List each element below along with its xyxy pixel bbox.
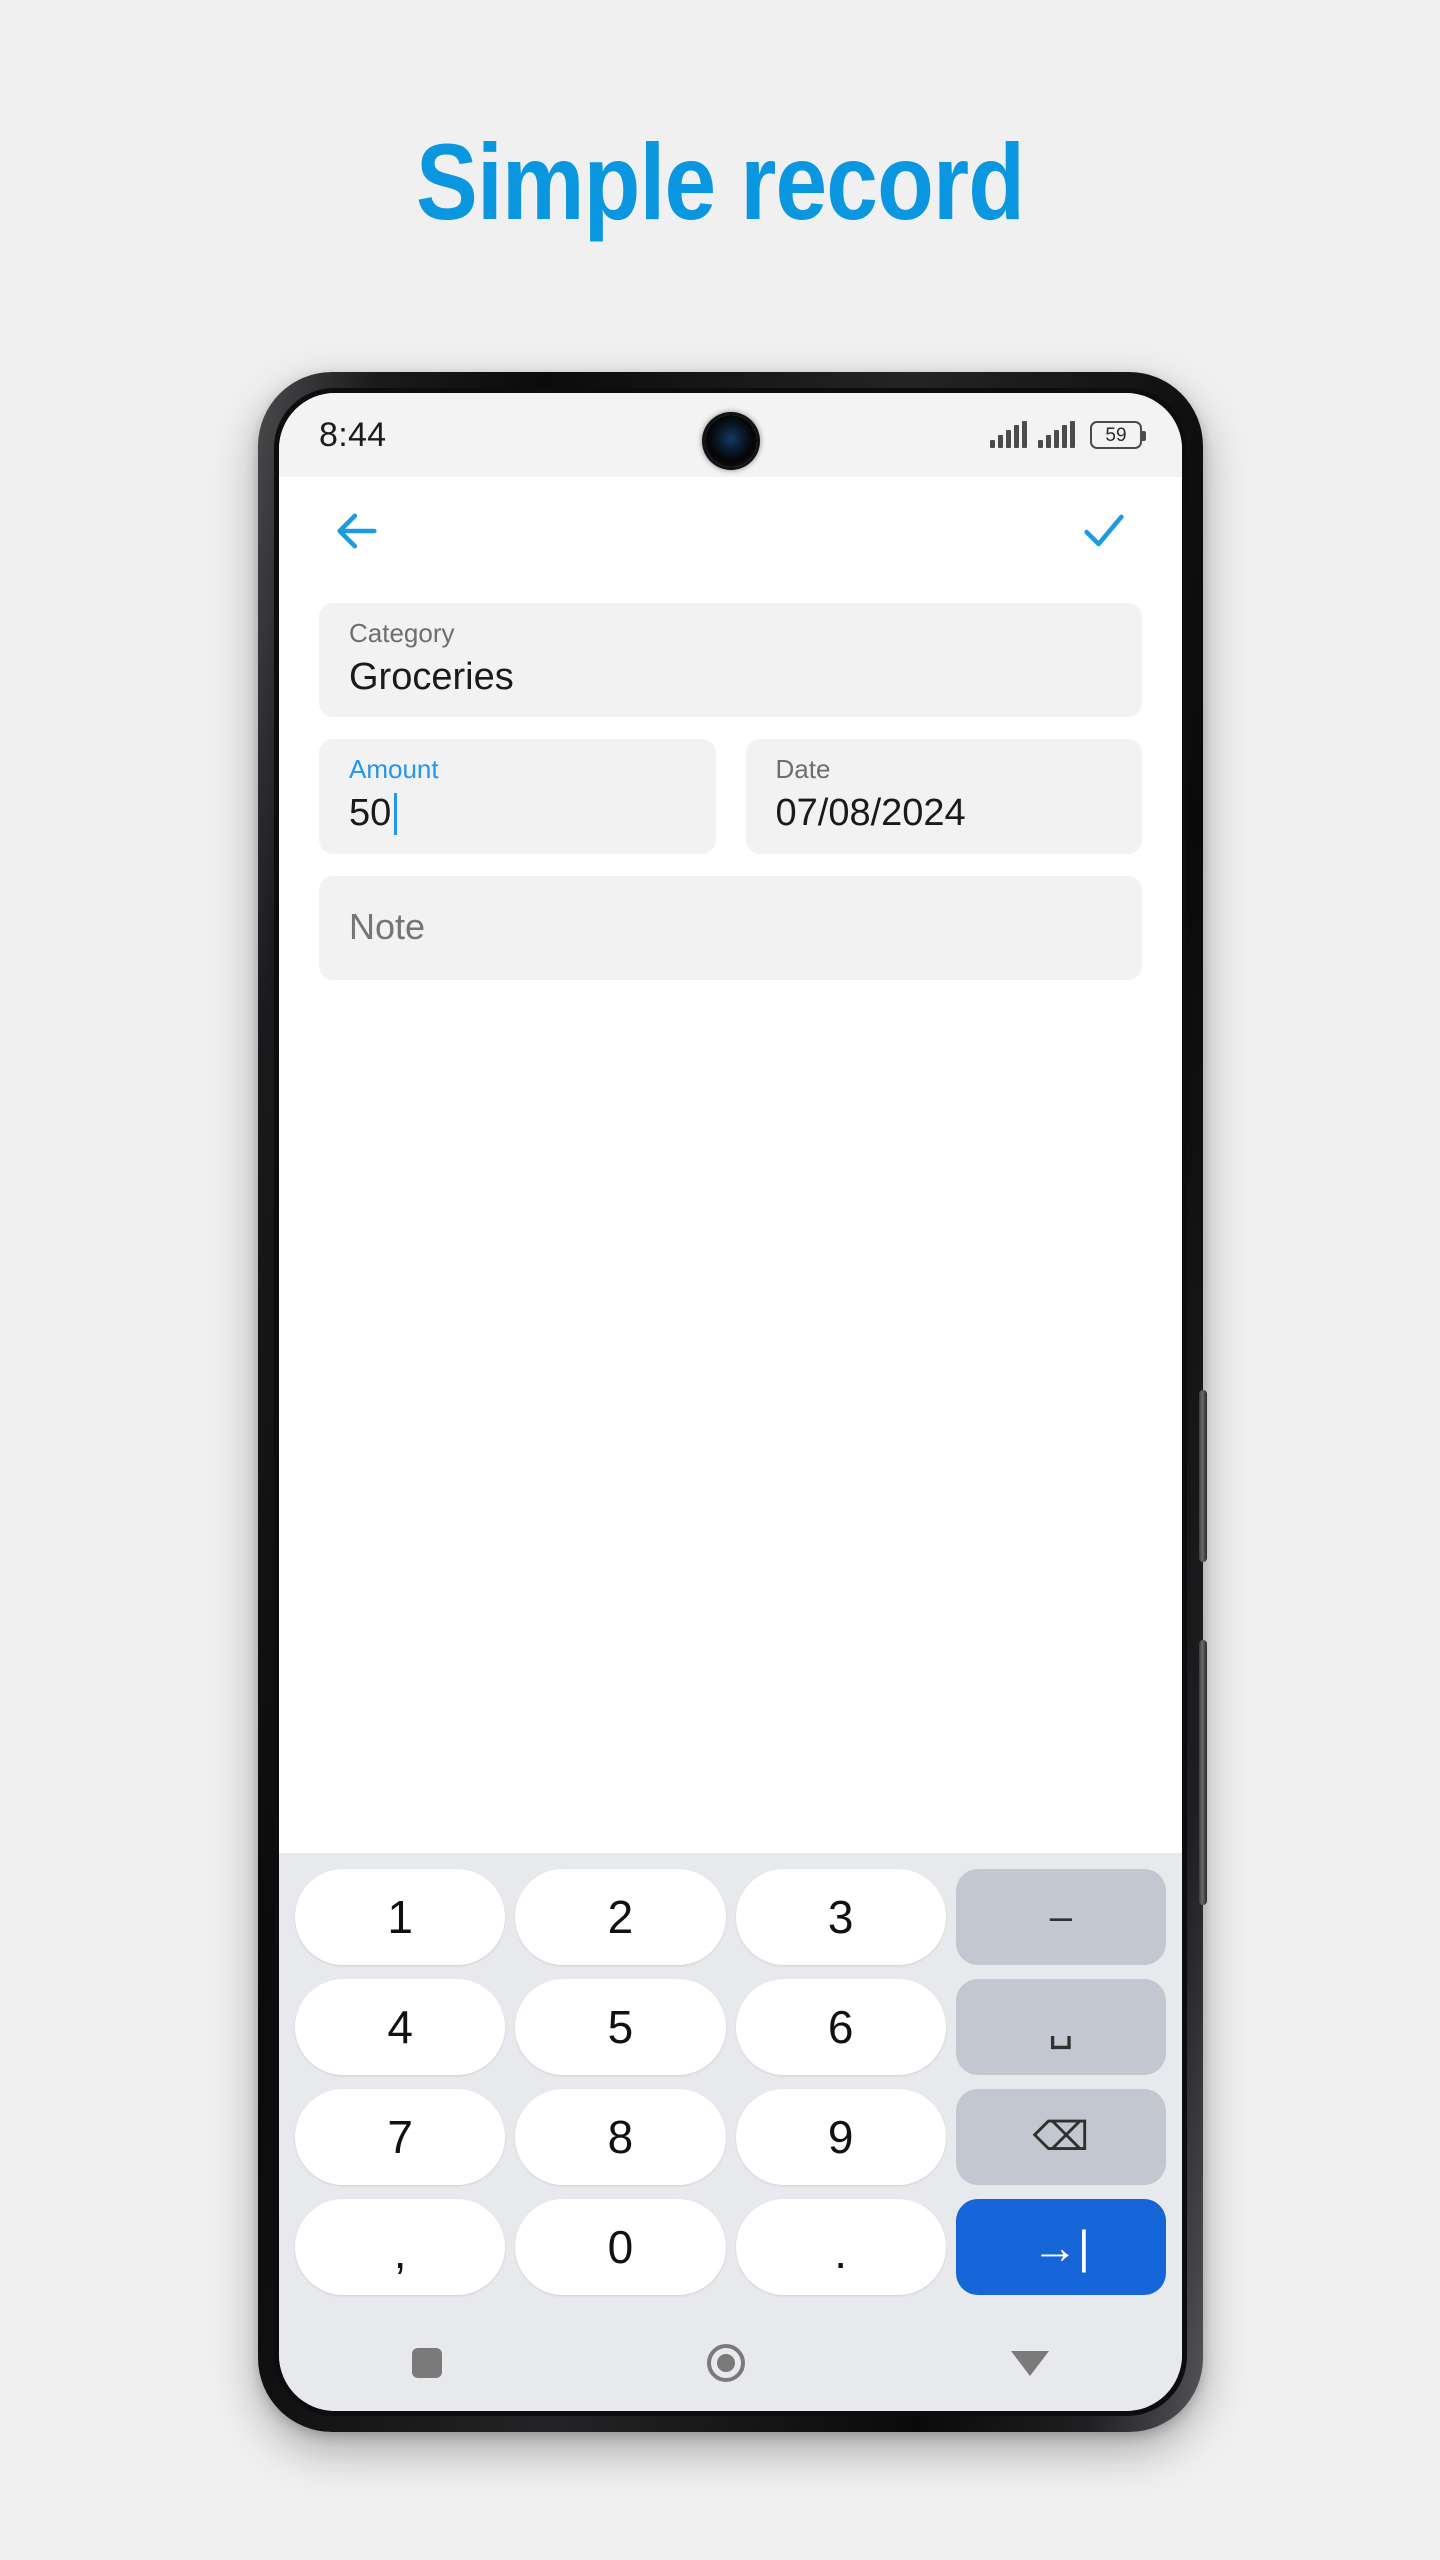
keyboard-row: , 0 . →| xyxy=(289,2199,1172,2295)
power-button[interactable] xyxy=(1199,1640,1207,1905)
date-value: 07/08/2024 xyxy=(775,791,966,834)
status-bar: 8:44 59 xyxy=(279,393,1182,477)
keyboard-row: 7 8 9 ⌫ xyxy=(289,2089,1172,2185)
battery-icon: 59 xyxy=(1090,421,1146,449)
phone-screen: 8:44 59 Category Groceries Amount 50 Dat… xyxy=(279,393,1182,2411)
amount-value: 50 xyxy=(349,791,392,834)
amount-date-row: Amount 50 Date 07/08/2024 xyxy=(319,739,1142,854)
category-field[interactable]: Category Groceries xyxy=(319,603,1142,718)
volume-button[interactable] xyxy=(1199,1390,1207,1562)
nav-back-button[interactable] xyxy=(971,2329,1089,2398)
date-field[interactable]: Date 07/08/2024 xyxy=(745,739,1142,854)
key-9[interactable]: 9 xyxy=(735,2089,946,2185)
key-minus[interactable]: – xyxy=(955,1869,1166,1965)
key-next[interactable]: →| xyxy=(955,2199,1166,2295)
note-placeholder: Note xyxy=(349,905,426,947)
status-indicators: 59 xyxy=(990,421,1146,449)
key-1[interactable]: 1 xyxy=(295,1869,506,1965)
amount-value-wrap: 50 xyxy=(349,792,686,836)
phone-device-frame: 8:44 59 Category Groceries Amount 50 Dat… xyxy=(258,372,1207,2432)
key-3[interactable]: 3 xyxy=(735,1869,946,1965)
key-7[interactable]: 7 xyxy=(295,2089,506,2185)
signal-bars-icon-1 xyxy=(990,421,1027,448)
battery-percent-label: 59 xyxy=(1105,424,1127,446)
circle-home-icon xyxy=(707,2344,746,2382)
keyboard-row: 4 5 6 ␣ xyxy=(289,1979,1172,2075)
amount-label: Amount xyxy=(349,754,439,785)
keyboard-row: 1 2 3 – xyxy=(289,1869,1172,1965)
date-label: Date xyxy=(775,754,831,785)
check-icon xyxy=(1084,514,1124,547)
category-value: Groceries xyxy=(349,655,514,698)
nav-home-button[interactable] xyxy=(667,2322,785,2404)
front-camera-punchhole-icon xyxy=(704,415,757,467)
signal-bars-icon-2 xyxy=(1038,421,1075,448)
arrow-left-icon xyxy=(337,513,377,549)
status-time: 8:44 xyxy=(319,415,387,454)
back-button[interactable] xyxy=(325,499,389,563)
app-top-bar xyxy=(279,477,1182,585)
square-recents-icon xyxy=(411,2348,442,2378)
amount-field[interactable]: Amount 50 xyxy=(319,739,716,854)
key-6[interactable]: 6 xyxy=(735,1979,946,2075)
key-8[interactable]: 8 xyxy=(515,2089,726,2185)
triangle-down-back-icon xyxy=(1011,2350,1050,2376)
text-cursor xyxy=(394,792,398,835)
confirm-save-button[interactable] xyxy=(1072,499,1136,563)
page-title: Simple record xyxy=(415,121,1025,242)
phone-bezel: 8:44 59 Category Groceries Amount 50 Dat… xyxy=(274,388,1187,2416)
key-comma[interactable]: , xyxy=(295,2199,506,2295)
key-backspace[interactable]: ⌫ xyxy=(955,2089,1166,2185)
numeric-keyboard: 1 2 3 – 4 5 6 ␣ 7 8 9 ⌫ , 0 . →| xyxy=(279,1853,1182,2315)
note-field[interactable]: Note xyxy=(319,875,1142,980)
android-navigation-bar xyxy=(279,2315,1182,2411)
key-5[interactable]: 5 xyxy=(515,1979,726,2075)
key-2[interactable]: 2 xyxy=(515,1869,726,1965)
key-space[interactable]: ␣ xyxy=(955,1979,1166,2075)
nav-recents-button[interactable] xyxy=(372,2326,482,2400)
record-form: Category Groceries Amount 50 Date 07/08/… xyxy=(279,585,1182,980)
key-0[interactable]: 0 xyxy=(515,2199,726,2295)
key-4[interactable]: 4 xyxy=(295,1979,506,2075)
key-period[interactable]: . xyxy=(735,2199,946,2295)
category-label: Category xyxy=(349,618,455,648)
content-empty-area xyxy=(279,979,1182,1853)
